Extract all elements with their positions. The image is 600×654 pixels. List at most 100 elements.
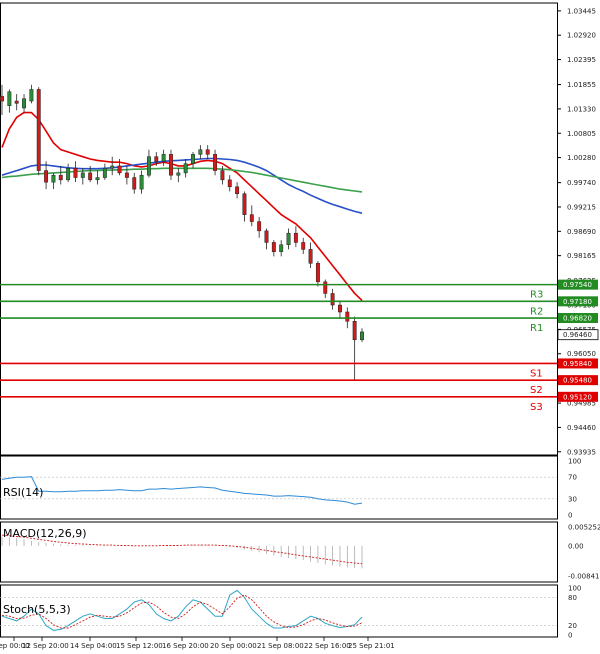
- candle-body: [80, 172, 85, 178]
- price-tick-label: 1.02395: [567, 56, 596, 64]
- candle-body: [213, 154, 218, 171]
- time-tick-label: 22 Sep 16:00: [304, 642, 351, 650]
- candle-body: [66, 168, 71, 181]
- candle-body: [205, 149, 210, 155]
- candle-body: [36, 89, 41, 171]
- current-price-label: 0.96460: [563, 331, 592, 339]
- time-axis: Sep 00:0012 Sep 20:0014 Sep 04:0015 Sep …: [0, 637, 395, 650]
- level-badge-text-r3: 0.97540: [563, 281, 592, 289]
- candle-body: [264, 230, 269, 243]
- stoch-axis-label: 20: [568, 622, 577, 630]
- level-label-r2: R2: [530, 306, 543, 317]
- candle-body: [227, 179, 232, 188]
- candle-body: [146, 156, 151, 176]
- time-tick-label: 21 Sep 08:00: [257, 642, 304, 650]
- stoch-panel-frame: [0, 584, 558, 638]
- level-label-r3: R3: [530, 290, 543, 301]
- price-tick-label: 0.99740: [567, 179, 596, 187]
- price-tick-label: 1.03445: [567, 7, 596, 15]
- candle-body: [220, 170, 225, 181]
- candle-body: [154, 156, 159, 162]
- level-badge-text-r2: 0.97180: [563, 298, 592, 306]
- price-tick-label: 0.93935: [567, 448, 596, 456]
- candle: [36, 87, 41, 176]
- rsi-axis-label: 30: [568, 495, 577, 503]
- macd-axis-label: -0.008418: [568, 573, 600, 581]
- candle-body: [124, 172, 129, 178]
- candle-body: [271, 242, 276, 252]
- stoch-axis-label: 0: [568, 632, 572, 640]
- stoch-panel: 10080 20 0 Stoch(5,5,3): [0, 584, 581, 640]
- candle-body: [176, 172, 181, 176]
- candle-body: [257, 221, 262, 232]
- candle-body: [117, 165, 122, 174]
- level-label-s1: S1: [530, 368, 543, 379]
- stoch-axis-label: 100: [568, 585, 581, 593]
- candle: [169, 149, 173, 180]
- candle-body: [161, 154, 166, 162]
- candle-body: [235, 186, 240, 195]
- time-tick-label: 16 Sep 20:00: [162, 642, 209, 650]
- level-badge-text-s3: 0.95120: [563, 393, 592, 401]
- level-label-s3: S3: [530, 402, 543, 413]
- macd-panel: 0.005252 0.00 -0.008418 MACD(12,26,9): [0, 521, 600, 583]
- candle-body: [249, 214, 254, 222]
- rsi-panel-frame: [0, 455, 558, 520]
- time-tick-label: 15 Sep 12:00: [116, 642, 163, 650]
- candle-body: [183, 163, 188, 174]
- level-label-s2: S2: [530, 385, 543, 396]
- candle-body: [44, 170, 49, 183]
- candle-body: [110, 165, 115, 169]
- price-tick-label: 1.01855: [567, 81, 596, 89]
- level-label-r1: R1: [530, 323, 543, 334]
- rsi-title: RSI(14): [3, 486, 43, 499]
- rsi-axis-label: 0: [568, 512, 572, 520]
- price-tick-label: 1.00280: [567, 154, 596, 162]
- level-badge-text-s2: 0.95480: [563, 377, 592, 385]
- price-tick-label: 1.02920: [567, 32, 596, 40]
- candle-body: [58, 174, 63, 181]
- candle-body: [286, 232, 291, 246]
- price-tick-label: 0.98165: [567, 252, 596, 260]
- candle-body: [139, 174, 144, 190]
- candle-body: [323, 281, 328, 294]
- level-badge-text-r1: 0.96820: [563, 315, 592, 323]
- price-tick-label: 0.96050: [567, 350, 596, 358]
- candle-body: [279, 244, 284, 252]
- candle-body: [132, 177, 137, 190]
- rsi-panel: 100 70 30 0 RSI(14): [0, 455, 581, 520]
- price-tick-label: 1.01330: [567, 105, 596, 113]
- time-tick-label: 12 Sep 20:00: [22, 642, 69, 650]
- candle-body: [352, 321, 357, 341]
- time-tick-label: 20 Sep 00:00: [210, 642, 257, 650]
- candle-body: [7, 91, 12, 106]
- candle-body: [22, 98, 26, 109]
- level-badge-text-s1: 0.95840: [563, 360, 592, 368]
- candle-body: [308, 249, 313, 264]
- candle-body: [360, 331, 364, 341]
- candle-body: [198, 149, 203, 155]
- candle-body: [95, 177, 100, 181]
- candle-body: [73, 168, 78, 178]
- time-tick-label: 25 Sep 21:01: [348, 642, 395, 650]
- rsi-axis-label: 100: [568, 458, 581, 466]
- price-panel-frame: [0, 2, 558, 456]
- candle-body: [301, 242, 306, 250]
- candle-body: [345, 311, 350, 322]
- macd-title: MACD(12,26,9): [3, 527, 87, 540]
- price-tick-label: 0.99215: [567, 203, 596, 211]
- candle-body: [315, 263, 320, 283]
- candle-body: [51, 174, 56, 183]
- candle-body: [293, 232, 298, 243]
- price-tick-label: 0.94460: [567, 424, 596, 432]
- chart-canvas: 1.03445 1.02920 1.02395 1.01855 1.01330 1.008…: [0, 2, 600, 650]
- candle-body: [338, 304, 342, 313]
- stoch-title: Stoch(5,5,3): [3, 603, 71, 616]
- rsi-axis-label: 70: [568, 474, 577, 482]
- candle-body: [0, 96, 4, 102]
- candle-body: [14, 100, 19, 104]
- macd-axis-label: 0.00: [568, 542, 584, 550]
- candle-body: [88, 172, 93, 181]
- stoch-axis-label: 80: [568, 594, 577, 602]
- candle-body: [102, 168, 107, 178]
